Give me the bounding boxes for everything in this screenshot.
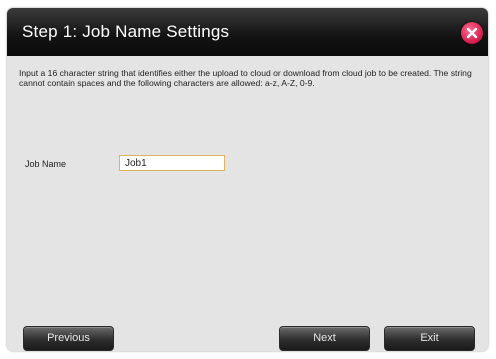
dialog-title: Step 1: Job Name Settings: [22, 22, 230, 41]
close-button[interactable]: [461, 22, 483, 44]
dialog-titlebar: Step 1: Job Name Settings: [7, 8, 488, 56]
close-icon: [466, 27, 478, 39]
dialog-content: Input a 16 character string that identif…: [7, 56, 488, 351]
job-name-label: Job Name: [25, 159, 67, 169]
job-name-input[interactable]: [119, 155, 225, 171]
exit-button[interactable]: Exit: [384, 326, 475, 351]
next-button[interactable]: Next: [279, 326, 370, 351]
instructions-text: Input a 16 character string that identif…: [19, 68, 472, 88]
previous-button[interactable]: Previous: [23, 326, 114, 351]
job-name-dialog: Step 1: Job Name Settings Input a 16 cha…: [7, 8, 488, 351]
